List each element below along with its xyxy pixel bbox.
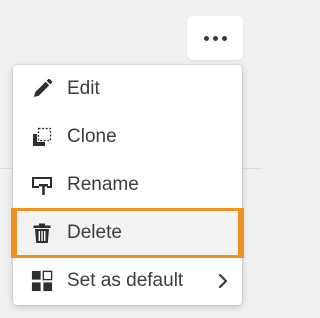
more-horizontal-icon-dot xyxy=(221,35,227,41)
more-horizontal-icon-dot xyxy=(212,35,218,41)
chevron-right-icon xyxy=(216,273,230,289)
menu-item-delete[interactable]: Delete xyxy=(11,208,244,258)
context-menu: Edit Clone Rename Delete Set as default xyxy=(11,65,244,305)
menu-item-edit[interactable]: Edit xyxy=(13,65,242,113)
more-options-button[interactable] xyxy=(187,16,243,60)
menu-item-label: Rename xyxy=(67,174,139,195)
menu-item-set-as-default[interactable]: Set as default xyxy=(13,257,242,305)
menu-item-clone[interactable]: Clone xyxy=(13,113,242,161)
clone-icon xyxy=(31,126,53,148)
trash-icon xyxy=(31,222,53,244)
rename-icon xyxy=(31,174,53,196)
set-default-icon xyxy=(31,270,53,292)
menu-item-rename[interactable]: Rename xyxy=(13,161,242,209)
menu-item-label: Set as default xyxy=(67,270,184,291)
menu-item-label: Clone xyxy=(67,126,117,147)
menu-item-label: Delete xyxy=(67,222,122,243)
menu-item-label: Edit xyxy=(67,78,100,99)
more-horizontal-icon xyxy=(203,35,209,41)
pencil-icon xyxy=(31,78,53,100)
